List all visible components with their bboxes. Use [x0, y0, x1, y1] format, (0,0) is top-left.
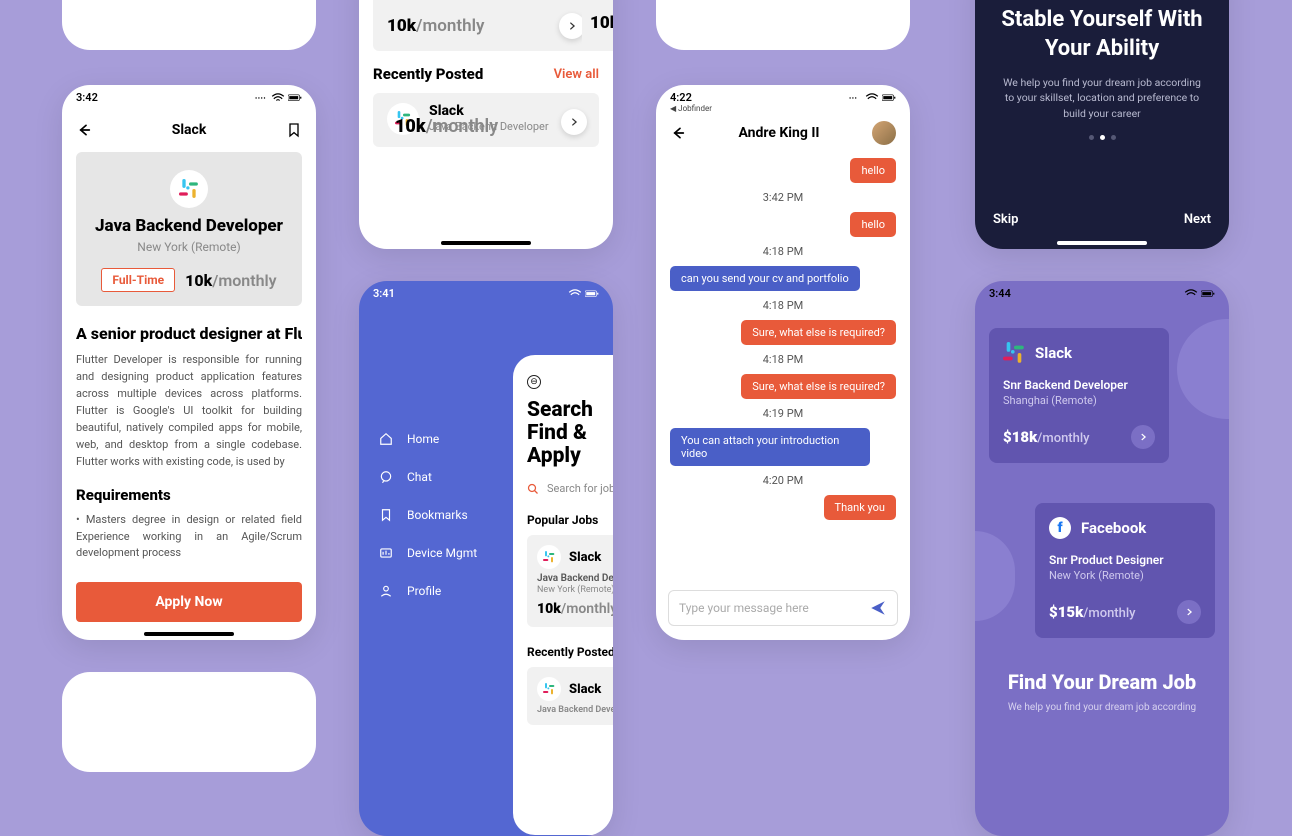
bookmark-icon[interactable] [286, 122, 302, 138]
job-card[interactable]: fFacebook Snr Product Designer New York … [1035, 503, 1215, 638]
back-icon[interactable] [670, 125, 686, 141]
job-card-salary: 10k/monthly [387, 16, 484, 36]
placeholder-phone [62, 0, 316, 50]
message-bubble: Sure, what else is required? [670, 374, 896, 399]
section-popular: Popular Jobs [527, 513, 613, 527]
job-card-next[interactable]: Python Madrid 10k [582, 0, 613, 51]
job-card[interactable]: Java Backend Developer New York (Remote)… [373, 0, 599, 51]
status-time: 3:44 [989, 287, 1011, 300]
next-button[interactable]: Next [1184, 212, 1211, 227]
timestamp: 3:42 PM [670, 191, 896, 204]
job-type-pill: Full-Time [101, 268, 175, 292]
list-salary: 10k/monthly [395, 116, 498, 137]
message-input[interactable]: Type your message here [668, 590, 898, 626]
back-app-label[interactable]: ◀ Jobfinder [656, 104, 910, 113]
job-hero: Java Backend Developer New York (Remote)… [76, 152, 302, 306]
chevron-right-icon[interactable] [561, 109, 587, 135]
status-time: 4:22 [670, 91, 692, 104]
onboarding-headline: Stable Yourself With Your Ability [975, 6, 1229, 63]
slack-logo [537, 545, 561, 569]
message-bubble: You can attach your introduction video [670, 428, 896, 466]
status-bar: 3:41 [359, 281, 613, 300]
facebook-logo: f [1049, 517, 1071, 539]
skip-button[interactable]: Skip [993, 212, 1019, 227]
job-detail-screen: 3:42 Slack Java Backend Developer New Yo… [62, 85, 316, 640]
timestamp: 4:18 PM [670, 245, 896, 258]
chevron-right-icon[interactable] [1131, 425, 1155, 449]
onboarding-screen: Stable Yourself With Your Ability We hel… [975, 0, 1229, 249]
job-list-item[interactable]: Slack Java Backend Developer 10k/monthly [373, 93, 599, 147]
status-time: 3:42 [76, 91, 98, 104]
status-icons [254, 93, 302, 103]
drawer-screen: 3:41 Home Chat Bookmarks Device Mgmt Pro… [359, 281, 613, 836]
chat-name: Andre King II [686, 125, 872, 141]
job-title: Java Backend Developer [86, 216, 292, 236]
timestamp: 4:18 PM [670, 299, 896, 312]
home-indicator [441, 241, 531, 245]
slack-logo [1003, 342, 1025, 364]
chevron-right-icon[interactable] [1177, 600, 1201, 624]
decorative-shape [1177, 319, 1229, 419]
decorative-shape [975, 531, 1015, 621]
home-indicator [144, 632, 234, 636]
main-panel: ⊖ SearchFind & Apply Search for jobs Pop… [513, 355, 613, 835]
collapse-icon[interactable]: ⊖ [527, 375, 541, 389]
page-title: Slack [172, 122, 207, 138]
message-bubble: hello [670, 158, 896, 183]
message-bubble: can you send your cv and portfolio [670, 266, 896, 291]
job-list-screen: Java Backend Developer New York (Remote)… [359, 0, 613, 249]
back-icon[interactable] [76, 122, 92, 138]
status-time: 3:41 [373, 287, 395, 300]
job-description: Flutter Developer is responsible for run… [76, 351, 302, 470]
section-recent: Recently Posted [527, 645, 613, 659]
job-location: New York (Remote) [86, 240, 292, 254]
popular-card[interactable]: Slack Java Backend Developer New York (R… [527, 535, 613, 627]
section-title: Recently Posted [373, 65, 483, 83]
message-list: hello 3:42 PM hello 4:18 PM can you send you… [656, 153, 910, 520]
placeholder-phone [656, 0, 910, 50]
status-icons [1184, 289, 1215, 299]
dream-subline: We help you find your dream job accordin… [975, 702, 1229, 713]
dot[interactable] [1089, 135, 1094, 140]
status-bar: 4:22 [656, 85, 910, 104]
headline: SearchFind & Apply [527, 399, 613, 468]
slack-logo [537, 677, 561, 701]
requirements-title: Requirements [76, 486, 302, 504]
status-icons [568, 289, 599, 299]
chat-screen: 4:22 ◀ Jobfinder Andre King II hello 3:42… [656, 85, 910, 640]
placeholder-phone [62, 672, 316, 772]
dot[interactable] [1111, 135, 1116, 140]
dot-active[interactable] [1100, 135, 1105, 140]
timestamp: 4:19 PM [670, 407, 896, 420]
dream-headline: Find Your Dream Job [975, 670, 1229, 694]
job-card[interactable]: Slack Snr Backend Developer Shanghai (Re… [989, 328, 1169, 463]
message-bubble: hello [670, 212, 896, 237]
job-headline: A senior product designer at Flutter [76, 324, 302, 343]
home-indicator [1057, 241, 1147, 245]
slack-logo [170, 170, 208, 208]
avatar[interactable] [872, 121, 896, 145]
status-icons [848, 93, 896, 103]
apply-button[interactable]: Apply Now [76, 582, 302, 622]
view-all-link[interactable]: View all [554, 67, 599, 82]
search-input[interactable]: Search for jobs [527, 482, 613, 495]
send-icon[interactable] [869, 599, 887, 617]
message-bubble: Thank you [670, 495, 896, 520]
timestamp: 4:20 PM [670, 474, 896, 487]
message-bubble: Sure, what else is required? [670, 320, 896, 345]
timestamp: 4:18 PM [670, 353, 896, 366]
onboarding-subline: We help you find your dream job accordin… [975, 75, 1229, 121]
dream-job-screen: 3:44 Slack Snr Backend Developer Shangha… [975, 281, 1229, 836]
status-bar: 3:44 [975, 281, 1229, 300]
page-dots [975, 135, 1229, 140]
recent-card[interactable]: Slack Java Backend Developer [527, 667, 613, 725]
job-salary: 10k/monthly [185, 271, 277, 290]
status-bar: 3:42 [62, 85, 316, 104]
requirements-text: • Masters degree in design or related fi… [76, 512, 302, 562]
